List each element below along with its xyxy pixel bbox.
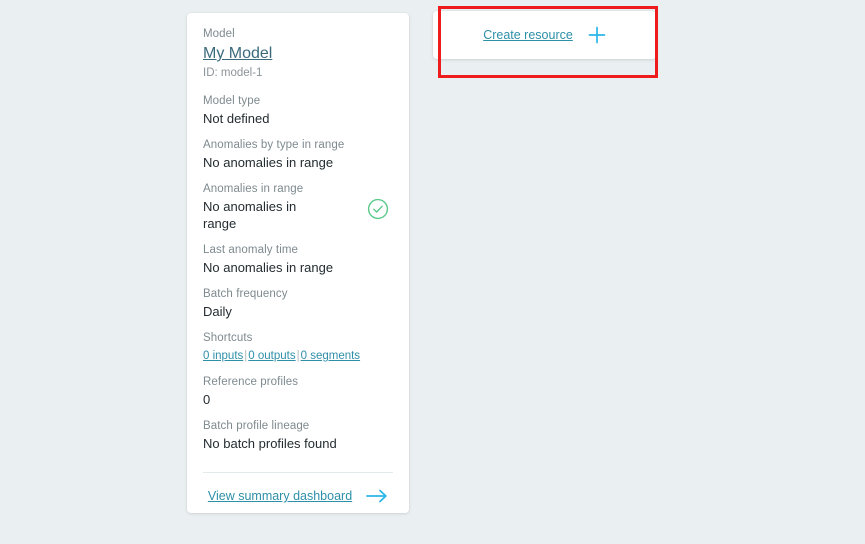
model-name-link[interactable]: My Model [203,43,272,64]
field-value: Not defined [203,111,270,126]
field-value: No batch profiles found [203,436,337,451]
field-reference-profiles: Reference profiles 0 [203,375,393,408]
field-batch-profile-lineage: Batch profile lineage No batch profiles … [203,419,393,452]
plus-icon[interactable] [588,26,606,44]
field-value: 0 [203,392,211,407]
create-resource-card[interactable]: Create resource [433,11,656,59]
shortcuts-label: Shortcuts [203,332,253,344]
model-identity-block: Model My Model ID: model-1 [203,27,393,81]
field-label: Batch frequency [203,288,288,300]
create-resource-link[interactable]: Create resource [483,28,573,42]
field-label: Anomalies by type in range [203,139,345,151]
card-footer[interactable]: View summary dashboard [203,473,393,519]
shortcut-link-segments[interactable]: 0 segments [301,350,360,362]
shortcut-link-outputs[interactable]: 0 outputs [248,350,295,362]
field-batch-frequency: Batch frequency Daily [203,287,393,320]
view-summary-dashboard-link[interactable]: View summary dashboard [208,489,352,503]
arrow-right-icon[interactable] [366,489,388,503]
field-texts: Anomalies in range No anomalies in range [203,182,331,232]
field-value: No anomalies in range [203,199,297,231]
field-value: No anomalies in range [203,155,334,170]
field-label: Batch profile lineage [203,420,310,432]
field-model-type: Model type Not defined [203,94,393,127]
shortcuts-links: 0 inputs|0 outputs|0 segments [203,348,393,364]
model-id-text: ID: model-1 [203,67,263,79]
field-anomalies-by-type-in-range: Anomalies by type in range No anomalies … [203,138,393,171]
shortcut-link-inputs[interactable]: 0 inputs [203,350,243,362]
field-value: No anomalies in range [203,260,334,275]
model-summary-card: Model My Model ID: model-1 Model type No… [187,13,409,513]
model-label: Model [203,28,235,40]
field-shortcuts: Shortcuts 0 inputs|0 outputs|0 segments [203,331,393,364]
check-circle-icon [367,198,389,220]
field-last-anomaly-time: Last anomaly time No anomalies in range [203,243,393,276]
field-label: Last anomaly time [203,244,299,256]
field-label: Reference profiles [203,376,299,388]
field-label: Model type [203,95,261,107]
field-anomalies-in-range: Anomalies in range No anomalies in range [203,182,393,232]
field-value: Daily [203,304,232,319]
field-label: Anomalies in range [203,183,304,195]
